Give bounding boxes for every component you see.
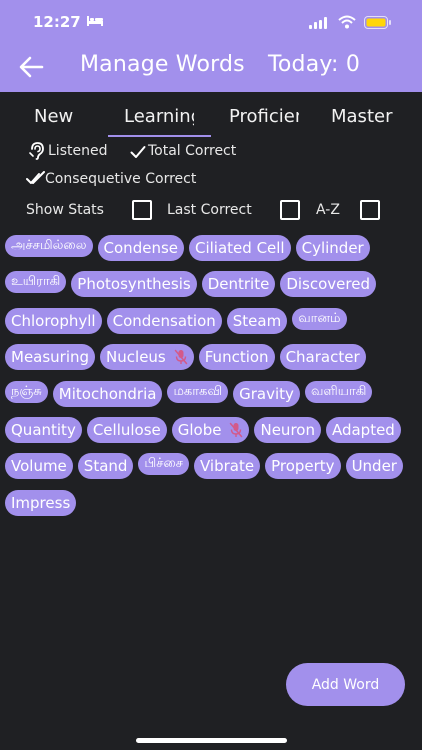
word-chip[interactable]: Neuron [254, 416, 321, 443]
check-icon [130, 146, 146, 158]
word-chip-label: Quantity [11, 420, 76, 439]
legend-consequetive-correct: Consequetive Correct [45, 171, 197, 187]
word-chip[interactable]: Cellulose [86, 416, 167, 443]
word-chip[interactable]: Function [198, 344, 275, 371]
tab-proficient[interactable]: Proficient [229, 106, 299, 127]
status-time: 12:27 [33, 13, 81, 31]
word-chip-label: Measuring [11, 348, 90, 367]
mic-muted-icon [174, 349, 187, 365]
az-sort-label: A-Z [316, 202, 340, 218]
word-chip[interactable]: Vibrate [193, 453, 261, 480]
word-chip-label: பிச்சை [144, 456, 183, 472]
word-chip[interactable]: Volume [5, 453, 73, 480]
word-chip[interactable]: நஞ்சு [5, 380, 48, 403]
word-chip-label: மகாகவி [173, 383, 223, 399]
word-chip[interactable]: Character [279, 344, 366, 371]
word-chip-label: Under [351, 457, 397, 476]
word-chip-label: Cylinder [301, 239, 364, 257]
word-chip[interactable]: பிச்சை [138, 453, 189, 476]
word-chip[interactable]: Globe [171, 416, 250, 443]
word-chip-label: Property [271, 457, 335, 476]
wifi-icon [338, 15, 356, 29]
word-chip[interactable]: அச்சமில்லை [5, 235, 93, 257]
word-chip-label: Neuron [260, 420, 315, 439]
word-chip-label: Vibrate [199, 457, 255, 476]
legend-total-correct: Total Correct [148, 143, 237, 159]
mic-muted-icon [230, 422, 243, 438]
word-chip-label: Dentrite [207, 275, 270, 294]
word-chip-label: Stand [83, 457, 128, 476]
word-chip[interactable]: Chlorophyll [5, 307, 102, 334]
word-chip[interactable]: மகாகவி [167, 380, 229, 403]
word-chip[interactable]: Mitochondria [52, 380, 163, 407]
word-chip[interactable]: Photosynthesis [71, 271, 197, 298]
word-chip[interactable]: Condense [97, 235, 184, 261]
last-correct-label: Last Correct [167, 202, 252, 218]
active-tab-indicator [108, 135, 211, 137]
last-correct-checkbox[interactable] [280, 200, 300, 220]
word-chip-list: அச்சமில்லை Condense Ciliated Cell Cylinder உ… [5, 235, 417, 526]
bed-icon [87, 16, 103, 26]
word-chip-label: Volume [11, 457, 67, 476]
tab-master[interactable]: Master [331, 106, 411, 127]
word-chip[interactable]: உயிராகி [5, 271, 67, 294]
word-chip[interactable]: Stand [77, 453, 134, 480]
word-chip-label: Condense [103, 239, 178, 257]
word-chip-label: உயிராகி [11, 274, 61, 290]
page-title: Manage Words [80, 52, 245, 77]
today-counter: Today: 0 [268, 52, 361, 77]
show-stats-label: Show Stats [26, 202, 104, 218]
tab-new[interactable]: New [34, 106, 94, 127]
word-chip-label: Adapted [331, 420, 395, 439]
word-chip[interactable]: Under [345, 453, 403, 480]
az-sort-checkbox[interactable] [360, 200, 380, 220]
ear-icon [29, 142, 44, 160]
word-chip-label: Function [204, 348, 269, 367]
word-chip-label: Condensation [112, 311, 216, 330]
word-chip-label: Cellulose [92, 420, 161, 439]
word-chip-label: Gravity [239, 384, 294, 403]
cellular-signal-icon [309, 17, 327, 29]
tab-learning[interactable]: Learning [124, 106, 194, 127]
word-chip[interactable]: வானம் [292, 307, 347, 330]
word-chip[interactable]: Steam [226, 307, 288, 334]
add-word-button[interactable]: Add Word [286, 663, 405, 706]
word-chip-label: Globe [177, 420, 222, 439]
double-check-icon [26, 171, 45, 184]
tab-bar: New Learning Proficient Master [0, 92, 422, 138]
word-chip-label: Character [285, 348, 360, 367]
word-chip-label: வளியாகி [310, 383, 367, 399]
word-chip-label: Ciliated Cell [195, 239, 285, 257]
word-chip[interactable]: Measuring [5, 344, 96, 371]
word-chip[interactable]: வளியாகி [304, 380, 373, 403]
word-chip[interactable]: Condensation [106, 307, 222, 334]
word-chip[interactable]: Property [265, 453, 341, 480]
word-chip[interactable]: Adapted [325, 416, 401, 443]
word-chip[interactable]: Quantity [5, 416, 82, 443]
word-chip-label: Steam [232, 311, 282, 330]
app-header: 12:27 Manage Words Today: 0 [0, 0, 422, 92]
word-chip[interactable]: Dentrite [201, 271, 276, 298]
home-indicator [136, 738, 287, 743]
word-chip-label: Nucleus [106, 348, 166, 367]
word-chip-label: நஞ்சு [11, 383, 42, 399]
word-chip[interactable]: Impress [5, 489, 77, 516]
word-chip[interactable]: Discovered [280, 271, 376, 298]
word-chip-label: வானம் [298, 310, 341, 326]
legend-listened: Listened [48, 143, 108, 159]
word-chip[interactable]: Nucleus [100, 344, 194, 371]
word-chip-label: அச்சமில்லை [11, 238, 87, 253]
word-chip-label: Discovered [286, 275, 370, 294]
word-chip-label: Chlorophyll [11, 311, 96, 330]
word-chip-label: Impress [11, 493, 71, 512]
back-arrow-icon[interactable] [18, 55, 44, 79]
battery-icon [364, 16, 391, 29]
show-stats-checkbox[interactable] [132, 200, 152, 220]
word-chip-label: Photosynthesis [77, 275, 191, 294]
word-chip-label: Mitochondria [58, 384, 157, 403]
word-chip[interactable]: Gravity [233, 380, 300, 407]
word-chip[interactable]: Cylinder [295, 235, 370, 261]
word-chip[interactable]: Ciliated Cell [189, 235, 291, 261]
